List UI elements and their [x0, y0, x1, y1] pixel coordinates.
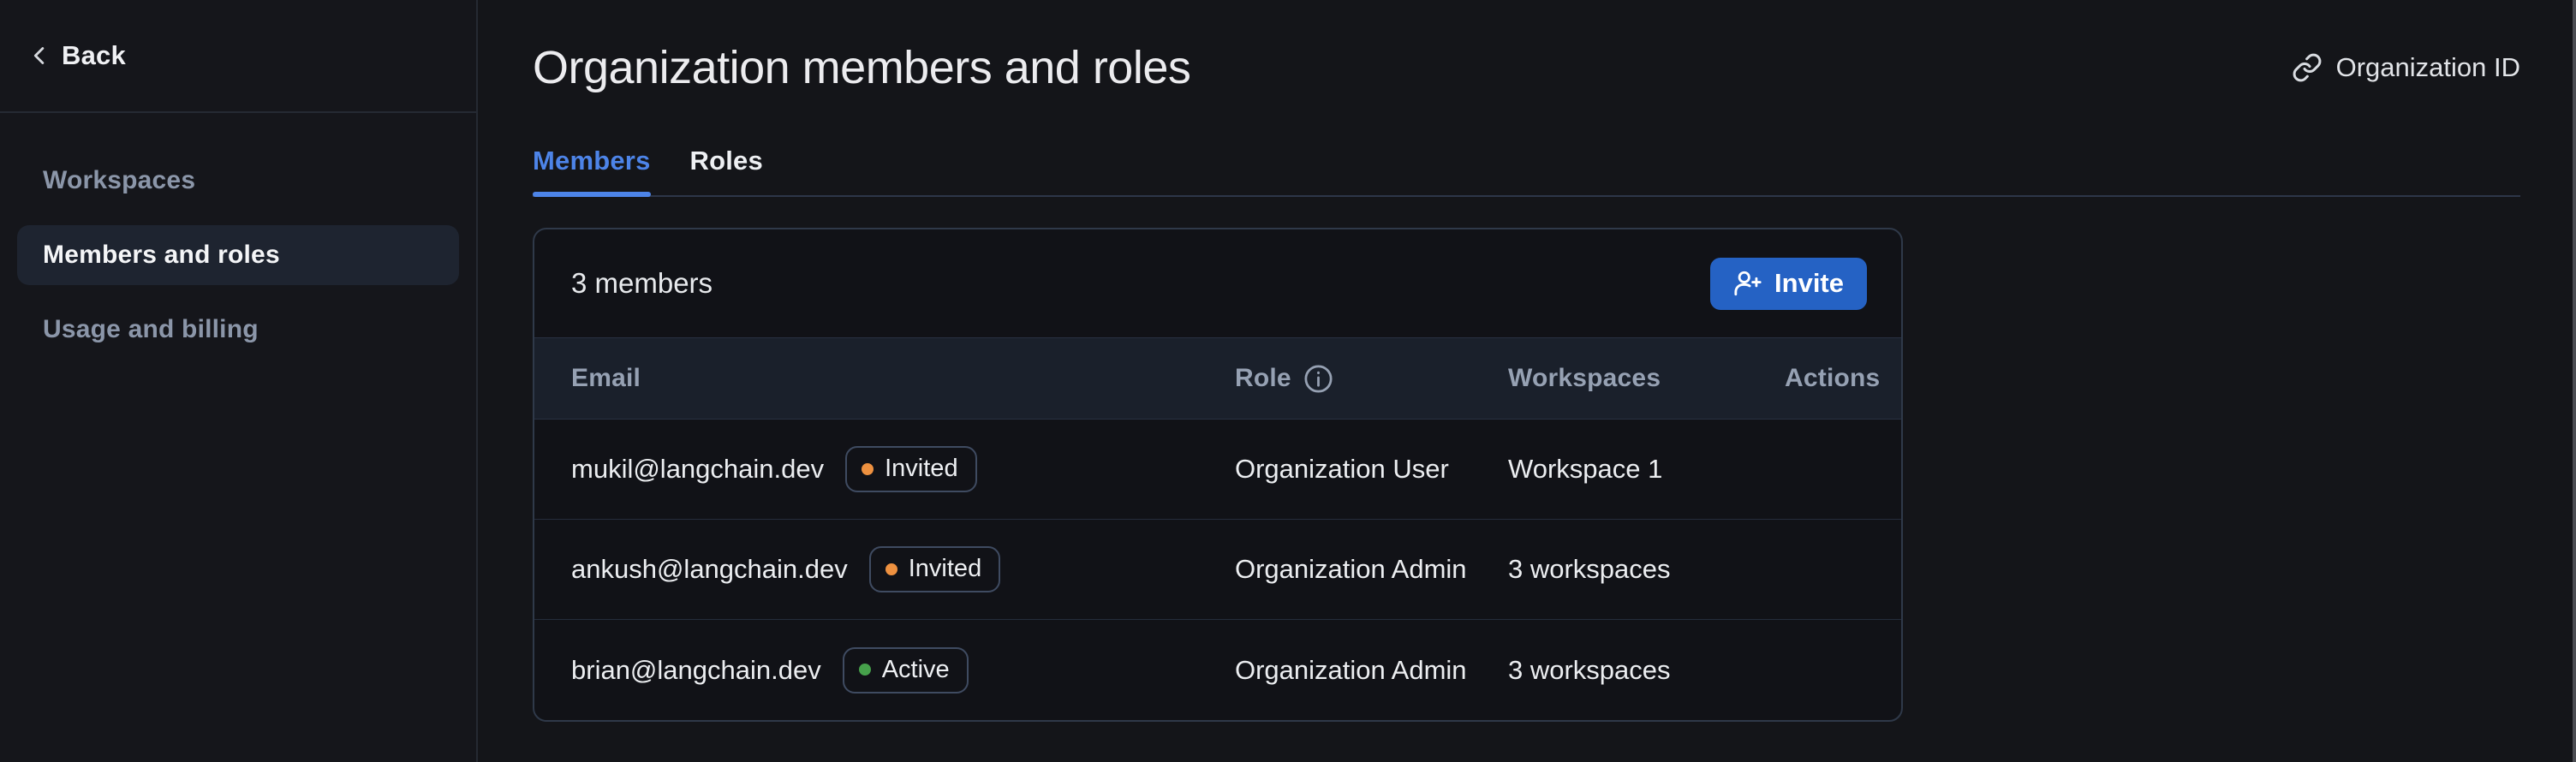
- status-label: Active: [882, 656, 950, 684]
- sidebar-item-label: Members and roles: [43, 241, 280, 270]
- member-role: Organization User: [1235, 454, 1508, 485]
- member-workspaces: 3 workspaces: [1508, 655, 1785, 686]
- member-role: Organization Admin: [1235, 655, 1508, 686]
- status-label: Invited: [909, 555, 981, 583]
- members-count: 3 members: [571, 267, 713, 300]
- sidebar-item-workspaces[interactable]: Workspaces: [17, 151, 459, 211]
- page-header: Organization members and roles Organizat…: [533, 41, 2520, 94]
- info-icon[interactable]: [1303, 363, 1334, 395]
- sidebar-item-label: Workspaces: [43, 166, 195, 195]
- status-dot-icon: [862, 463, 874, 475]
- status-badge: Invited: [869, 546, 1000, 592]
- invite-label: Invite: [1774, 268, 1844, 299]
- sidebar-item-members-and-roles[interactable]: Members and roles: [17, 225, 459, 285]
- column-label: Workspaces: [1508, 364, 1661, 393]
- email-cell: mukil@langchain.dev Invited: [571, 446, 1235, 492]
- invite-button[interactable]: Invite: [1710, 258, 1867, 310]
- table-row: mukil@langchain.dev Invited Organization…: [534, 420, 1901, 520]
- column-header-role: Role: [1235, 363, 1508, 395]
- status-dot-icon: [859, 664, 871, 676]
- column-label: Role: [1235, 364, 1291, 393]
- member-workspaces: Workspace 1: [1508, 454, 1785, 485]
- member-email: ankush@langchain.dev: [571, 554, 848, 585]
- column-header-workspaces: Workspaces: [1508, 364, 1785, 393]
- page-title: Organization members and roles: [533, 41, 1190, 94]
- main-content: Organization members and roles Organizat…: [478, 0, 2576, 762]
- tab-bar: Members Roles: [533, 146, 2520, 197]
- column-header-email: Email: [571, 364, 1235, 393]
- vertical-scrollbar[interactable]: [2573, 0, 2576, 762]
- members-panel: 3 members Invite Email Role: [533, 228, 1903, 722]
- chevron-left-icon: [26, 41, 55, 70]
- link-icon: [2292, 52, 2323, 83]
- table-row: brian@langchain.dev Active Organization …: [534, 620, 1901, 720]
- sidebar-item-usage-and-billing[interactable]: Usage and billing: [17, 300, 459, 360]
- email-cell: brian@langchain.dev Active: [571, 647, 1235, 694]
- table-row: ankush@langchain.dev Invited Organizatio…: [534, 520, 1901, 620]
- status-badge: Invited: [845, 446, 976, 492]
- organization-id-button[interactable]: Organization ID: [2292, 52, 2520, 83]
- sidebar-nav: Workspaces Members and roles Usage and b…: [0, 113, 476, 374]
- table-header: Email Role Workspaces Actions: [534, 337, 1901, 420]
- member-email: brian@langchain.dev: [571, 655, 821, 686]
- column-label: Actions: [1785, 364, 1880, 393]
- back-label: Back: [62, 40, 126, 71]
- status-dot-icon: [886, 563, 897, 575]
- member-email: mukil@langchain.dev: [571, 454, 824, 485]
- app-window: Back Workspaces Members and roles Usage …: [0, 0, 2576, 762]
- tab-roles[interactable]: Roles: [690, 146, 763, 195]
- member-role: Organization Admin: [1235, 554, 1508, 585]
- organization-id-label: Organization ID: [2336, 52, 2520, 83]
- back-button[interactable]: Back: [0, 0, 476, 113]
- user-plus-icon: [1733, 269, 1762, 298]
- tab-members[interactable]: Members: [533, 146, 651, 195]
- member-workspaces: 3 workspaces: [1508, 554, 1785, 585]
- column-label: Email: [571, 364, 641, 393]
- column-header-actions: Actions: [1785, 364, 1880, 393]
- members-panel-header: 3 members Invite: [534, 229, 1901, 337]
- status-badge: Active: [843, 647, 969, 694]
- settings-sidebar: Back Workspaces Members and roles Usage …: [0, 0, 478, 762]
- email-cell: ankush@langchain.dev Invited: [571, 546, 1235, 592]
- status-label: Invited: [885, 455, 957, 483]
- sidebar-item-label: Usage and billing: [43, 315, 259, 344]
